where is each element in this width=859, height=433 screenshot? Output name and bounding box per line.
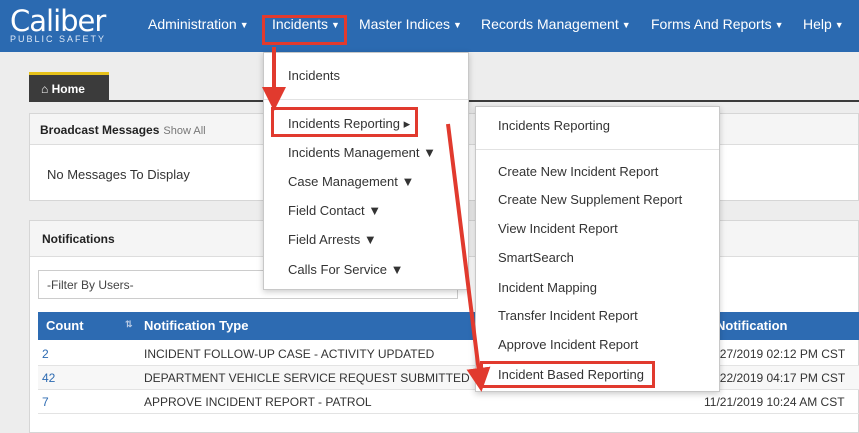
arrow-to-incident-based-reporting xyxy=(446,123,491,392)
annotation-arrows xyxy=(262,47,491,392)
